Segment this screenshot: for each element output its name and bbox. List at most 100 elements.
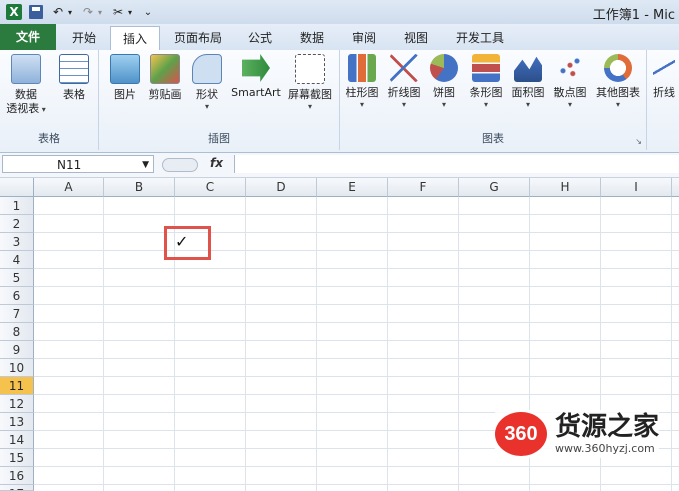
column-header-h[interactable]: H — [530, 178, 601, 197]
tab-home[interactable]: 开始 — [64, 26, 104, 50]
clipart-button[interactable]: 剪贴画 — [141, 54, 189, 102]
tab-review[interactable]: 审阅 — [344, 26, 384, 50]
ribbon-insert: 数据 透视表 ▾ 表格 表格 图片 剪贴画 形状 ▾ SmartArt 屏幕截图… — [0, 50, 679, 153]
customize-qat-icon[interactable]: ⌄ — [140, 4, 156, 20]
watermark-text: 货源之家 — [555, 412, 660, 442]
quick-access-toolbar: X ↶ ▾ ↷ ▾ ✂ ▾ ⌄ 工作簿1 - Mic — [0, 0, 679, 24]
tab-view[interactable]: 视图 — [396, 26, 436, 50]
watermark-url: www.360hyzj.com — [555, 442, 655, 455]
undo-dropdown-icon[interactable]: ▾ — [66, 4, 74, 20]
gridline — [458, 197, 459, 491]
redo-icon[interactable]: ↷ — [80, 4, 96, 20]
screenshot-icon — [295, 54, 325, 84]
tab-formulas[interactable]: 公式 — [240, 26, 280, 50]
column-header-d[interactable]: D — [246, 178, 317, 197]
save-icon[interactable] — [28, 4, 44, 20]
row-header-12[interactable]: 12 — [0, 395, 34, 413]
group-label-charts: 图表 — [482, 132, 504, 145]
other-charts-dropdown-icon: ▾ — [615, 100, 620, 109]
gridline — [34, 394, 679, 395]
clipart-icon — [150, 54, 180, 84]
group-charts: 柱形图 ▾ 折线图 ▾ 饼图 ▾ 条形图 ▾ 面积图 ▾ 散点图 ▾ 其他图表 … — [340, 50, 647, 150]
tab-page-layout[interactable]: 页面布局 — [166, 26, 230, 50]
bar-chart-button[interactable]: 条形图 ▾ — [464, 54, 508, 110]
bar-chart-icon — [472, 54, 500, 82]
charts-dialog-launcher-icon[interactable]: ↘ — [635, 137, 642, 146]
table-icon — [59, 54, 89, 84]
window-title: 工作簿1 - Mic — [592, 8, 675, 23]
row-header-14[interactable]: 14 — [0, 431, 34, 449]
column-header-i[interactable]: I — [601, 178, 672, 197]
gridline — [103, 197, 104, 491]
pie-chart-button[interactable]: 饼图 ▾ — [424, 54, 464, 110]
column-header-f[interactable]: F — [388, 178, 459, 197]
row-header-5[interactable]: 5 — [0, 269, 34, 287]
gridline — [34, 484, 679, 485]
table-button[interactable]: 表格 — [50, 54, 98, 102]
shapes-button[interactable]: 形状 ▾ — [183, 54, 231, 112]
bar-chart-dropdown-icon: ▾ — [483, 100, 488, 109]
tab-developer[interactable]: 开发工具 — [448, 26, 512, 50]
pie-chart-dropdown-icon: ▾ — [441, 100, 446, 109]
sparkline-line-button[interactable]: 折线 — [649, 54, 679, 100]
column-chart-icon — [348, 54, 376, 82]
row-header-4[interactable]: 4 — [0, 251, 34, 269]
picture-icon — [110, 54, 140, 84]
gridline — [316, 197, 317, 491]
gridline — [34, 322, 679, 323]
customize-dropdown-icon[interactable]: ▾ — [126, 4, 134, 20]
row-header-17[interactable]: 17 — [0, 485, 34, 491]
formula-bar-expander[interactable] — [162, 158, 198, 172]
gridline — [671, 197, 672, 491]
name-box-dropdown-icon[interactable]: ▼ — [142, 156, 149, 174]
screenshot-dropdown-icon: ▾ — [307, 102, 312, 111]
row-header-8[interactable]: 8 — [0, 323, 34, 341]
column-header-g[interactable]: G — [459, 178, 530, 197]
column-header-e[interactable]: E — [317, 178, 388, 197]
tab-data[interactable]: 数据 — [292, 26, 332, 50]
tab-insert[interactable]: 插入 — [110, 26, 160, 52]
column-chart-button[interactable]: 柱形图 ▾ — [340, 54, 384, 110]
group-tables: 数据 透视表 ▾ 表格 表格 — [0, 50, 99, 150]
row-header-16[interactable]: 16 — [0, 467, 34, 485]
column-header-a[interactable]: A — [34, 178, 104, 197]
undo-icon[interactable]: ↶ — [50, 4, 66, 20]
column-header-c[interactable]: C — [175, 178, 246, 197]
gridline — [34, 286, 679, 287]
cell-c3[interactable]: ✓ — [175, 232, 188, 251]
shapes-dropdown-icon: ▾ — [204, 102, 209, 111]
row-header-9[interactable]: 9 — [0, 341, 34, 359]
row-header-6[interactable]: 6 — [0, 287, 34, 305]
gridline — [34, 250, 679, 251]
gridline — [34, 232, 679, 233]
other-charts-button[interactable]: 其他图表 ▾ — [592, 54, 644, 110]
row-header-7[interactable]: 7 — [0, 305, 34, 323]
area-chart-icon — [514, 56, 542, 82]
screenshot-button[interactable]: 屏幕截图 ▾ — [283, 54, 337, 112]
smartart-button[interactable]: SmartArt — [227, 54, 285, 100]
formula-input[interactable] — [234, 155, 679, 173]
column-header-b[interactable]: B — [104, 178, 175, 197]
insert-function-icon[interactable]: fx — [210, 156, 223, 170]
column-header-partial[interactable] — [672, 178, 679, 197]
row-header-11[interactable]: 11 — [0, 377, 34, 395]
area-chart-button[interactable]: 面积图 ▾ — [506, 54, 550, 110]
formula-bar: N11 ▼ fx — [0, 153, 679, 178]
row-header-2[interactable]: 2 — [0, 215, 34, 233]
redo-dropdown-icon[interactable]: ▾ — [96, 4, 104, 20]
gridline — [34, 214, 679, 215]
row-header-3[interactable]: 3 — [0, 233, 34, 251]
pivot-table-button[interactable]: 数据 透视表 ▾ — [2, 54, 50, 116]
format-painter-icon[interactable]: ✂ — [110, 4, 126, 20]
row-header-10[interactable]: 10 — [0, 359, 34, 377]
scatter-chart-button[interactable]: 散点图 ▾ — [548, 54, 592, 110]
tab-file[interactable]: 文件 — [0, 24, 56, 50]
name-box[interactable]: N11 ▼ — [2, 155, 154, 173]
select-all-corner[interactable] — [0, 178, 34, 197]
group-label-tables: 表格 — [38, 132, 60, 145]
area-chart-dropdown-icon: ▾ — [525, 100, 530, 109]
line-chart-button[interactable]: 折线图 ▾ — [382, 54, 426, 110]
row-header-13[interactable]: 13 — [0, 413, 34, 431]
row-header-15[interactable]: 15 — [0, 449, 34, 467]
row-header-1[interactable]: 1 — [0, 197, 34, 215]
